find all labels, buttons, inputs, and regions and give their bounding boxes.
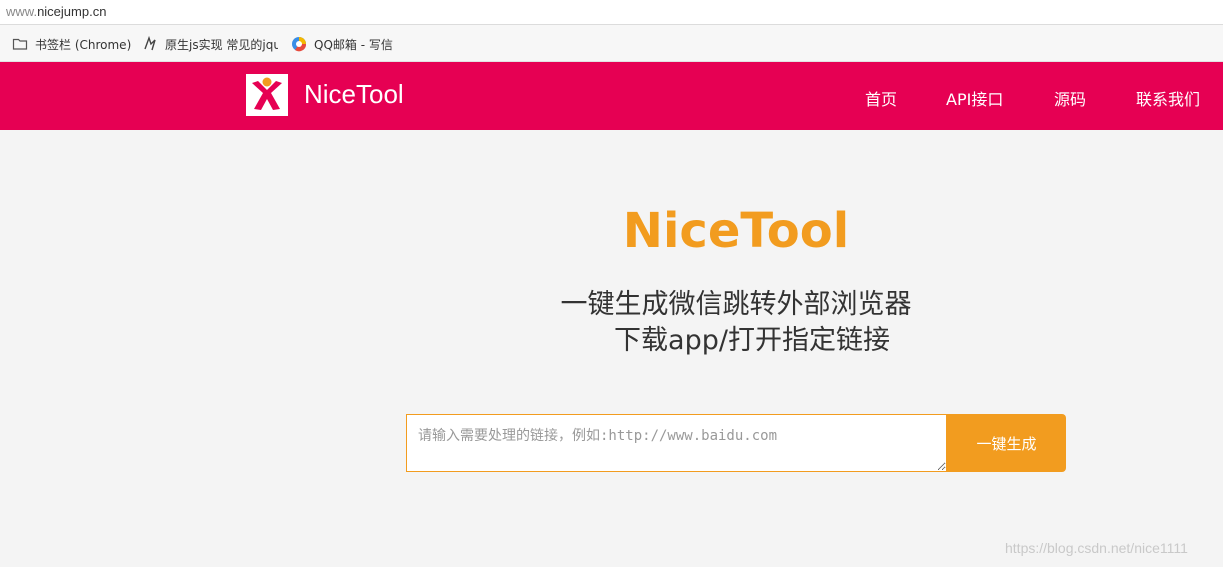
bookmark-native-js[interactable]: 原生js实现 常见的jquery [142,35,278,53]
bookmark-qq-mail[interactable]: QQ邮箱 - 写信 [291,35,393,53]
watermark-text: https://blog.csdn.net/nice1111 [1005,540,1188,556]
url-text[interactable]: www.nicejump.cn [6,4,106,19]
qq-mail-favicon-icon [291,36,307,52]
nav-link-api[interactable]: API接口 [946,86,1003,110]
folder-icon [12,36,28,52]
link-input[interactable] [406,414,947,472]
generate-button[interactable]: 一键生成 [947,414,1066,472]
nicetool-logo-icon[interactable] [246,74,288,116]
hero-tagline-1: 一键生成微信跳转外部浏览器 [560,289,912,320]
hero-tagline-2: 下载app/打开指定链接 [614,325,890,356]
bookmark-label: 原生js实现 常见的jquery [165,37,278,52]
bookmark-folder-chrome[interactable]: 书签栏 (Chrome) [12,35,131,53]
nav-link-home[interactable]: 首页 [865,86,897,110]
browser-address-bar[interactable]: www.nicejump.cn [0,0,1223,25]
nav-link-source[interactable]: 源码 [1054,86,1086,110]
site-navbar: NiceTool 首页 API接口 源码 联系我们 [0,62,1223,130]
bookmarks-bar: 书签栏 (Chrome) 原生js实现 常见的jquery QQ邮箱 - 写信 [0,25,1223,62]
hero-title: NiceTool [622,203,850,259]
bookmark-favicon-icon [142,35,158,52]
brand-name[interactable]: NiceTool [304,79,404,110]
nav-link-contact[interactable]: 联系我们 [1136,86,1200,110]
bookmark-label: 书签栏 (Chrome) [35,37,132,52]
bookmark-label: QQ邮箱 - 写信 [314,37,393,52]
